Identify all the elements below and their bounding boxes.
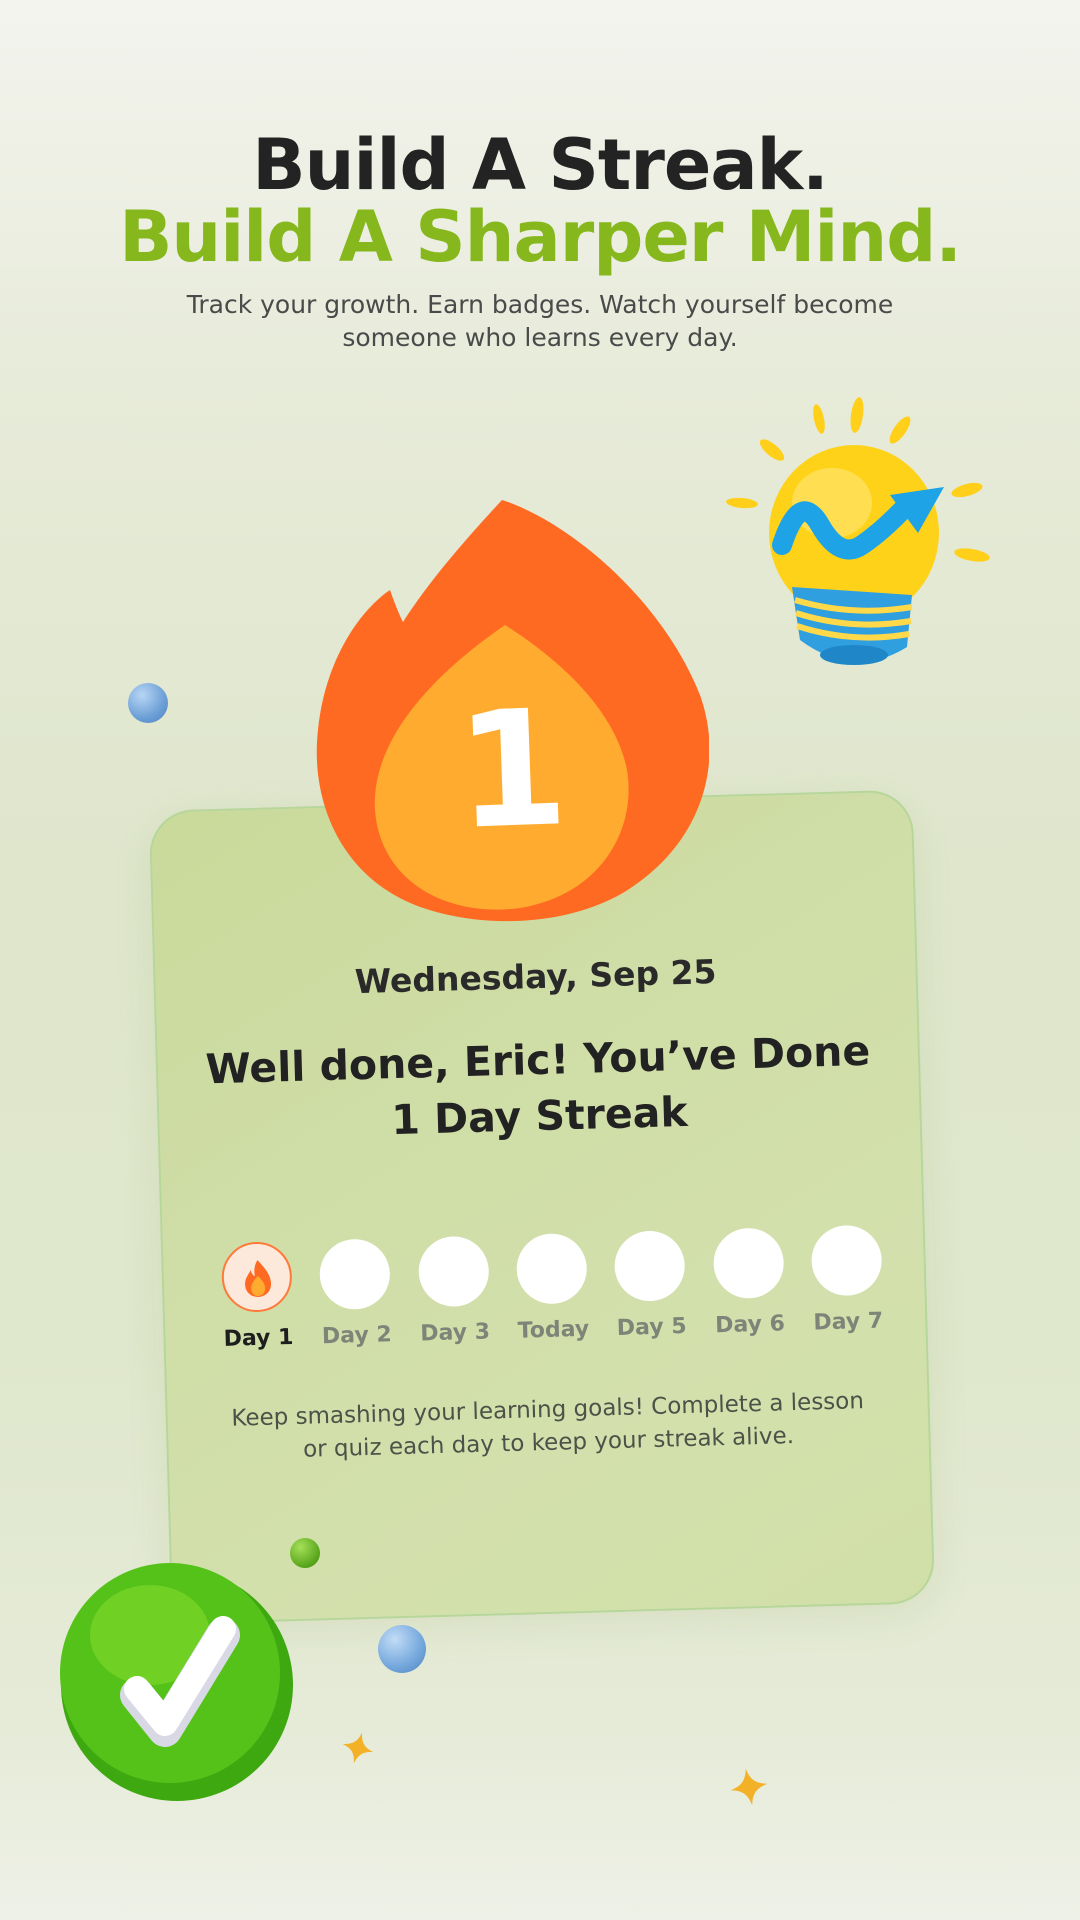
day-indicator-day-1: Day 1	[211, 1241, 304, 1352]
lightbulb-growth-icon	[726, 397, 990, 665]
day-label: Day 5	[616, 1314, 687, 1341]
checkmark-badge-icon	[60, 1563, 293, 1801]
day-indicator-day-2: Day 2	[309, 1238, 402, 1349]
day-indicator-day-7: Day 7	[801, 1224, 894, 1335]
fire-icon	[245, 1259, 272, 1297]
day-circle-empty	[614, 1230, 686, 1302]
day-label: Day 7	[813, 1308, 884, 1336]
day-label: Day 6	[714, 1311, 786, 1339]
day-circle-empty	[810, 1224, 883, 1297]
star-icon	[730, 1768, 768, 1806]
day-indicator-today: Today	[506, 1232, 599, 1344]
headline-line-2: Build A Sharper Mind.	[119, 196, 962, 278]
day-circle-empty	[515, 1232, 588, 1305]
streak-count: 1	[453, 674, 571, 865]
day-circle-completed	[220, 1241, 293, 1313]
day-label: Today	[517, 1316, 590, 1344]
day-label: Day 2	[321, 1322, 393, 1350]
day-indicator-day-3: Day 3	[407, 1235, 500, 1346]
day-label: Day 3	[419, 1319, 491, 1347]
blue-orb-decoration	[378, 1625, 426, 1673]
day-label: Day 1	[223, 1324, 294, 1352]
star-icon	[342, 1732, 374, 1764]
subtitle: Track your growth. Earn badges. Watch yo…	[186, 290, 894, 352]
week-progress-tracker: Day 1 Day 2 Day 3 Today Day 5 Day 6 Day …	[211, 1224, 894, 1352]
streak-message: Well done, Eric! You’ve Done 1 Day Strea…	[204, 1026, 871, 1145]
headline-line-1: Build A Streak.	[252, 124, 828, 206]
day-indicator-day-6: Day 6	[702, 1227, 795, 1338]
day-circle-empty	[319, 1238, 392, 1311]
day-circle-empty	[417, 1235, 490, 1308]
day-indicator-day-5: Day 5	[604, 1230, 697, 1341]
blue-orb-decoration	[128, 683, 168, 723]
day-circle-empty	[712, 1227, 785, 1300]
streak-date: Wednesday, Sep 25	[354, 952, 717, 1002]
streak-encouragement-note: Keep smashing your learning goals! Compl…	[231, 1388, 865, 1463]
